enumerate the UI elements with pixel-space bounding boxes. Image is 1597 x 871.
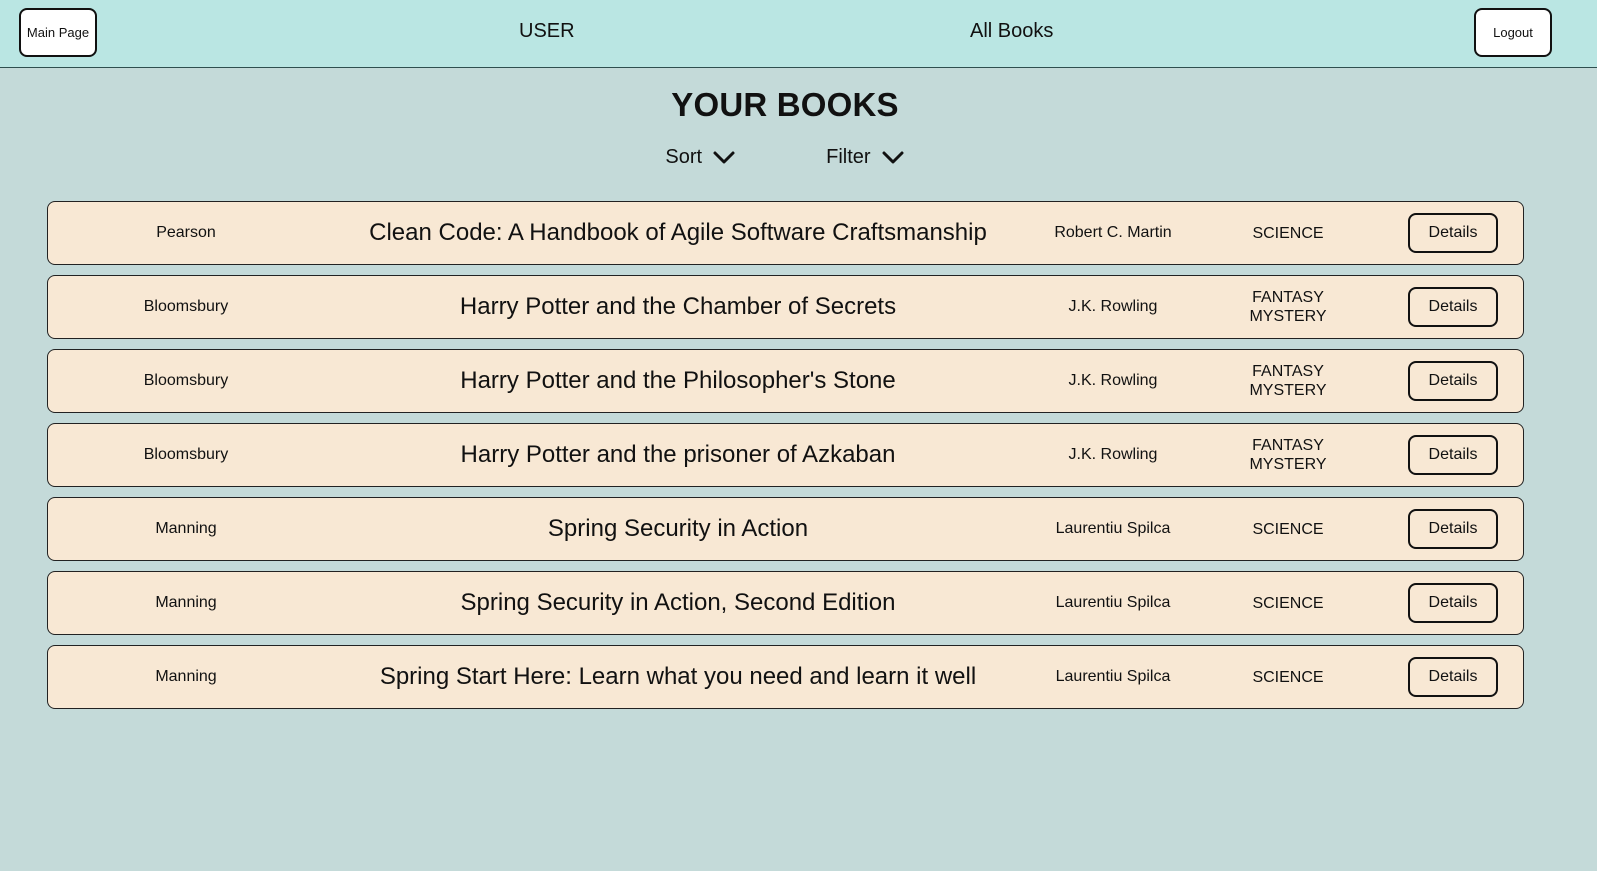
details-cell: Details [1388, 276, 1518, 338]
book-title: Clean Code: A Handbook of Agile Software… [369, 219, 987, 246]
book-author: J.K. Rowling [1068, 372, 1158, 389]
genre-tag: FANTASY [1252, 289, 1324, 306]
details-cell: Details [1388, 572, 1518, 634]
genre-tag: SCIENCE [1252, 520, 1324, 538]
book-title: Spring Security in Action [547, 515, 809, 542]
details-cell: Details [1388, 202, 1518, 264]
book-publisher: Pearson [156, 224, 216, 241]
book-publisher: Manning [155, 520, 217, 537]
book-genres: FANTASY MYSTERY [1208, 424, 1368, 486]
details-button[interactable]: Details [1408, 509, 1498, 549]
genre-tag: MYSTERY [1249, 308, 1327, 325]
book-publisher: Bloomsbury [143, 298, 229, 315]
genre-tag: FANTASY [1252, 363, 1324, 380]
book-list: Pearson Clean Code: A Handbook of Agile … [47, 201, 1524, 719]
book-author: J.K. Rowling [1068, 446, 1158, 463]
genre-tag: SCIENCE [1252, 224, 1324, 242]
page-title: YOUR BOOKS [671, 86, 899, 123]
genre-tag: MYSTERY [1249, 456, 1327, 473]
book-title: Spring Security in Action, Second Editio… [460, 589, 896, 616]
book-title: Harry Potter and the prisoner of Azkaban [460, 441, 896, 468]
book-genres: SCIENCE [1208, 498, 1368, 560]
book-author: Laurentiu Spilca [1055, 520, 1171, 537]
filter-label: Filter [826, 146, 871, 168]
book-author: J.K. Rowling [1068, 298, 1158, 315]
logout-button[interactable]: Logout [1474, 8, 1552, 57]
book-author: Laurentiu Spilca [1055, 594, 1171, 611]
details-button[interactable]: Details [1408, 435, 1498, 475]
book-title: Spring Start Here: Learn what you need a… [379, 663, 977, 690]
details-button[interactable]: Details [1408, 213, 1498, 253]
book-genres: FANTASY MYSTERY [1208, 350, 1368, 412]
book-row: Manning Spring Security in Action, Secon… [47, 571, 1524, 635]
details-button[interactable]: Details [1408, 583, 1498, 623]
book-row: Manning Spring Start Here: Learn what yo… [47, 645, 1524, 709]
genre-tag: SCIENCE [1252, 668, 1324, 686]
sort-filter-controls: Sort Filter [0, 146, 1570, 169]
book-genres: SCIENCE [1208, 572, 1368, 634]
details-button[interactable]: Details [1408, 657, 1498, 697]
details-button[interactable]: Details [1408, 287, 1498, 327]
book-publisher: Bloomsbury [143, 372, 229, 389]
filter-dropdown[interactable]: Filter [826, 146, 904, 169]
details-cell: Details [1388, 350, 1518, 412]
top-navigation-bar: Main Page USER All Books Logout [0, 0, 1597, 68]
book-genres: SCIENCE [1208, 646, 1368, 708]
book-genres: FANTASY MYSTERY [1208, 276, 1368, 338]
main-page-button[interactable]: Main Page [19, 8, 97, 57]
details-cell: Details [1388, 646, 1518, 708]
user-link[interactable]: USER [519, 20, 575, 43]
book-row: Bloomsbury Harry Potter and the prisoner… [47, 423, 1524, 487]
genre-tag: SCIENCE [1252, 594, 1324, 612]
book-genres: SCIENCE [1208, 202, 1368, 264]
all-books-link[interactable]: All Books [970, 20, 1053, 43]
genre-tag: FANTASY [1252, 437, 1324, 454]
book-row: Manning Spring Security in Action Lauren… [47, 497, 1524, 561]
sort-dropdown[interactable]: Sort [665, 146, 736, 169]
details-button[interactable]: Details [1408, 361, 1498, 401]
chevron-down-icon [713, 151, 735, 163]
book-title: Harry Potter and the Philosopher's Stone [460, 367, 896, 394]
genre-tag: MYSTERY [1249, 382, 1327, 399]
book-publisher: Manning [155, 594, 217, 611]
book-row: Bloomsbury Harry Potter and the Chamber … [47, 275, 1524, 339]
book-publisher: Manning [155, 668, 217, 685]
book-author: Robert C. Martin [1054, 224, 1172, 241]
book-publisher: Bloomsbury [143, 446, 229, 463]
chevron-down-icon [882, 151, 904, 163]
book-row: Bloomsbury Harry Potter and the Philosop… [47, 349, 1524, 413]
sort-label: Sort [665, 146, 703, 168]
details-cell: Details [1388, 498, 1518, 560]
book-author: Laurentiu Spilca [1055, 668, 1171, 685]
details-cell: Details [1388, 424, 1518, 486]
book-row: Pearson Clean Code: A Handbook of Agile … [47, 201, 1524, 265]
book-title: Harry Potter and the Chamber of Secrets [459, 293, 897, 320]
